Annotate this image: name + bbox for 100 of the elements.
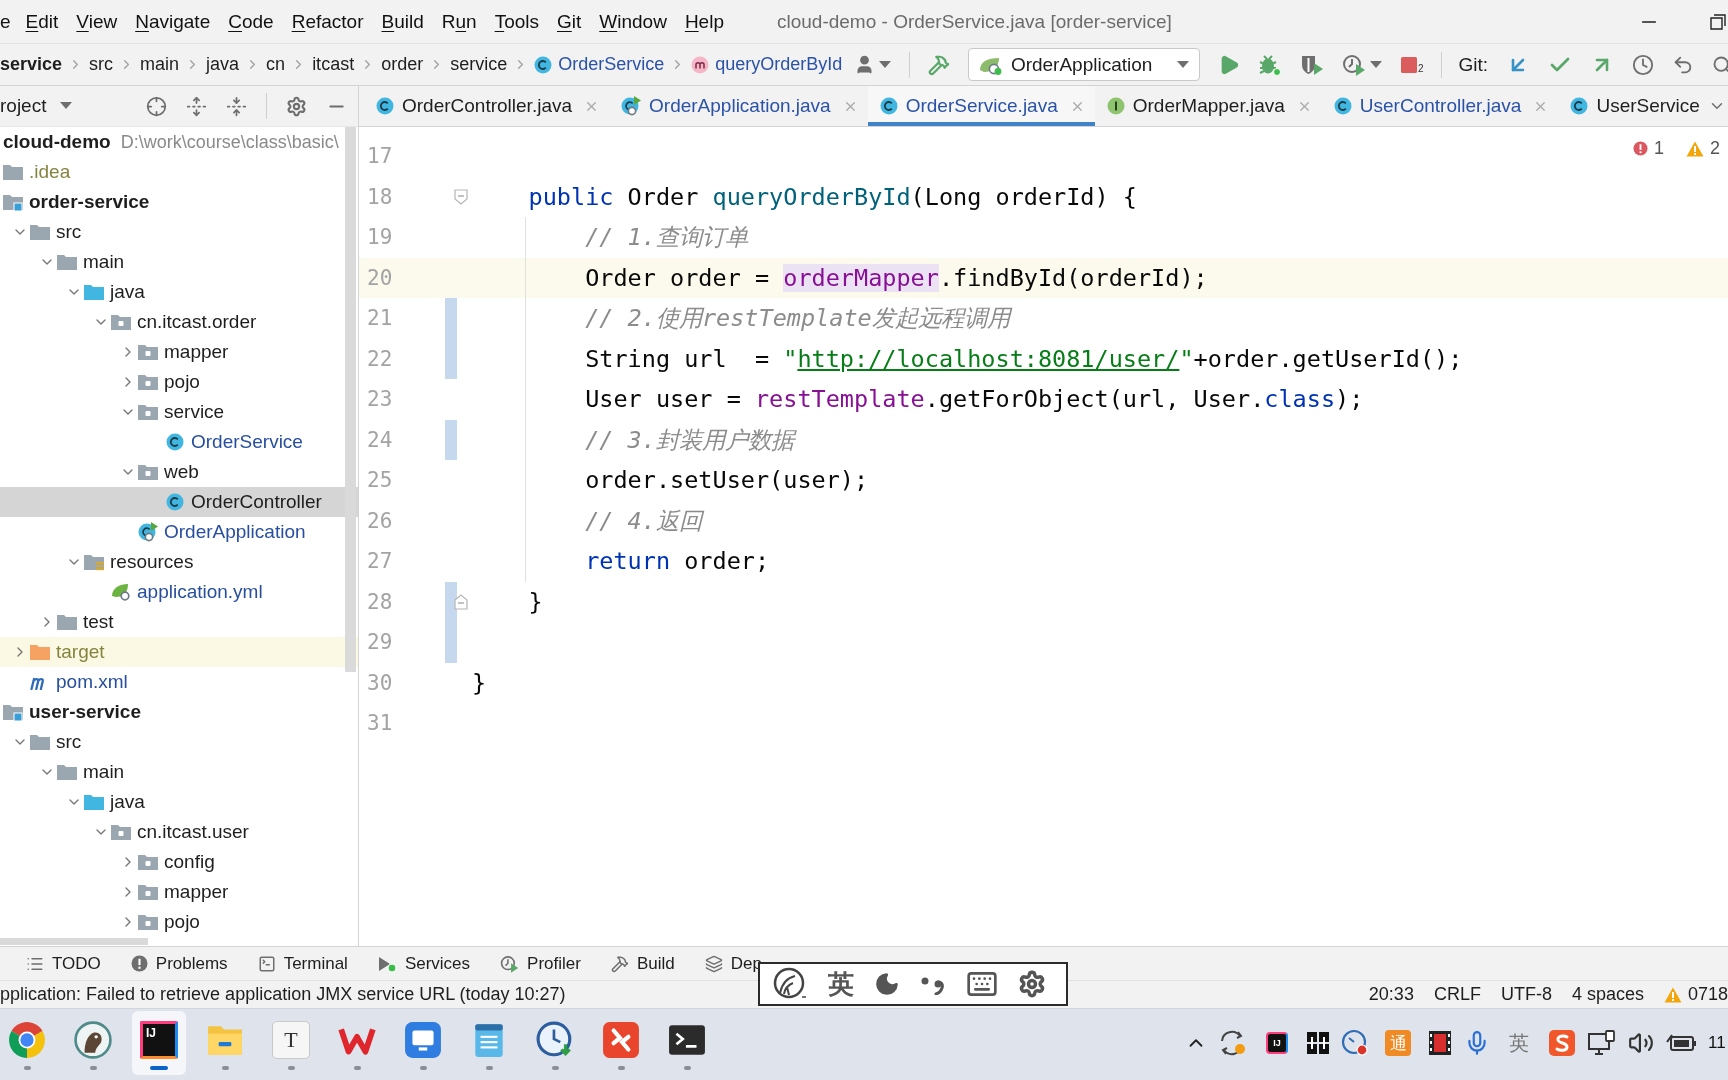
tree-item[interactable]: java bbox=[0, 277, 358, 307]
line-separator[interactable]: CRLF bbox=[1433, 984, 1481, 1005]
tree-item[interactable]: pom.xml bbox=[0, 667, 358, 697]
scrollbar-thumb[interactable] bbox=[345, 127, 356, 672]
menu-item[interactable]: Git bbox=[548, 4, 591, 39]
tree-item[interactable]: user-service bbox=[0, 697, 358, 727]
bug-icon[interactable] bbox=[1257, 53, 1282, 76]
caret-position[interactable]: 20:33 bbox=[1368, 984, 1414, 1005]
fold-marker-icon[interactable] bbox=[454, 188, 468, 205]
breadcrumb-item[interactable]: itcast bbox=[312, 54, 355, 75]
tree-item[interactable]: application.yml bbox=[0, 577, 358, 607]
tree-item[interactable]: cn.itcast.order bbox=[0, 307, 358, 337]
tray-button[interactable]: 英 bbox=[1501, 1029, 1537, 1057]
hammer-icon[interactable] bbox=[927, 53, 950, 76]
clock-text[interactable]: 11 bbox=[1708, 1033, 1728, 1053]
menu-item[interactable]: Code bbox=[219, 4, 283, 39]
tool-window-button[interactable]: TODO bbox=[26, 953, 101, 974]
editor-tab[interactable]: OrderService.java bbox=[867, 86, 1095, 126]
tree-item[interactable]: config bbox=[0, 847, 358, 877]
menu-item[interactable]: Help bbox=[675, 4, 733, 39]
tile-logo-icon[interactable] bbox=[1548, 1029, 1576, 1057]
moon-icon[interactable] bbox=[874, 971, 900, 997]
search-icon[interactable] bbox=[1712, 54, 1728, 75]
notification-text[interactable]: 0718 bbox=[1687, 984, 1728, 1005]
collapse-all-icon[interactable] bbox=[226, 95, 247, 117]
swirl-logo-icon[interactable] bbox=[772, 967, 808, 1001]
profiler-icon[interactable] bbox=[1341, 53, 1366, 76]
tree-item[interactable]: pojo bbox=[0, 367, 358, 397]
tree-item[interactable]: main bbox=[0, 247, 358, 277]
shield-play-icon[interactable] bbox=[1299, 53, 1324, 76]
fold-marker-icon[interactable] bbox=[454, 593, 468, 610]
indent-setting[interactable]: 4 spaces bbox=[1571, 984, 1644, 1005]
tree-item[interactable]: .idea bbox=[0, 157, 358, 187]
breadcrumb-item[interactable]: queryOrderById bbox=[691, 54, 843, 75]
tree-item[interactable]: target bbox=[0, 637, 358, 667]
project-root-name[interactable]: cloud-demo bbox=[3, 131, 111, 153]
tree-item[interactable]: mapper bbox=[0, 877, 358, 907]
tree-item[interactable]: OrderService bbox=[0, 427, 358, 457]
editor-tab[interactable]: UserController.java bbox=[1321, 86, 1559, 126]
tree-item[interactable]: OrderApplication bbox=[0, 517, 358, 547]
error-icon[interactable] bbox=[1632, 141, 1648, 156]
scrollbar-thumb[interactable] bbox=[0, 938, 148, 945]
menu-item[interactable]: View bbox=[67, 4, 127, 39]
restore-icon[interactable] bbox=[1710, 13, 1726, 30]
breadcrumb-item[interactable]: cn bbox=[266, 54, 286, 75]
tool-window-button[interactable]: Profiler bbox=[500, 953, 581, 974]
tool-window-button[interactable]: Problems bbox=[130, 953, 228, 974]
network-icon[interactable] bbox=[1587, 1029, 1617, 1057]
tree-item[interactable]: web bbox=[0, 457, 358, 487]
editor-tab[interactable]: OrderController.java bbox=[364, 86, 610, 126]
tree-item[interactable]: main bbox=[0, 757, 358, 787]
settings-icon[interactable] bbox=[286, 95, 307, 117]
expand-all-icon[interactable] bbox=[186, 95, 207, 117]
caret-icon[interactable] bbox=[1369, 60, 1382, 69]
tool-window-button[interactable]: Build bbox=[610, 953, 675, 974]
menu-item[interactable]: Refactor bbox=[282, 4, 373, 39]
tool-window-button[interactable]: Terminal bbox=[257, 953, 348, 974]
tree-item[interactable]: service bbox=[0, 397, 358, 427]
tree-item[interactable]: test bbox=[0, 607, 358, 637]
taskbar-app-button[interactable]: T bbox=[264, 1011, 318, 1075]
taskbar-app-button[interactable]: IJ bbox=[132, 1011, 186, 1075]
tray-button[interactable]: IJ bbox=[1259, 1029, 1295, 1057]
url-link[interactable]: http://localhost:8081/user/ bbox=[797, 344, 1180, 373]
menu-item[interactable]: Window bbox=[590, 4, 676, 39]
input-mode-toggle[interactable]: 英 bbox=[828, 966, 854, 1002]
editor-tab[interactable]: UserService bbox=[1558, 86, 1706, 126]
tree-item[interactable]: cn.itcast.user bbox=[0, 817, 358, 847]
menu-item[interactable]: Build bbox=[372, 4, 433, 39]
volume-icon[interactable] bbox=[1628, 1030, 1654, 1056]
tree-item[interactable]: mapper bbox=[0, 337, 358, 367]
tree-item[interactable]: java bbox=[0, 787, 358, 817]
editor-tab[interactable]: OrderMapper.java bbox=[1094, 86, 1322, 126]
tree-item[interactable]: src bbox=[0, 217, 358, 247]
menu-item[interactable]: Edit bbox=[16, 4, 68, 39]
project-view-selector[interactable]: roject bbox=[0, 95, 73, 117]
tree-item[interactable]: OrderController bbox=[0, 487, 358, 517]
tree-item[interactable]: pojo bbox=[0, 907, 358, 937]
tool-window-button[interactable]: Services bbox=[377, 953, 471, 974]
menu-item[interactable]: e bbox=[0, 4, 17, 39]
menu-item[interactable]: Tools bbox=[485, 4, 548, 39]
breadcrumb-item[interactable]: OrderService bbox=[534, 54, 665, 75]
sync-icon[interactable] bbox=[1218, 1029, 1248, 1057]
breadcrumb-item[interactable]: service bbox=[0, 54, 63, 75]
breadcrumb-item[interactable]: java bbox=[206, 54, 240, 75]
menu-item[interactable]: Run bbox=[432, 4, 486, 39]
tree-item[interactable]: order-service bbox=[0, 187, 358, 217]
menu-item[interactable]: Navigate bbox=[126, 4, 220, 39]
run-configuration-dropdown[interactable]: OrderApplication bbox=[967, 48, 1200, 81]
stop-button[interactable]: 2 bbox=[1399, 55, 1424, 74]
squares-icon[interactable] bbox=[1306, 1031, 1330, 1055]
breadcrumb-item[interactable]: service bbox=[450, 54, 508, 75]
gauge-icon[interactable] bbox=[1341, 1029, 1369, 1057]
editor-tab[interactable]: OrderApplication.java bbox=[609, 86, 868, 126]
tree-item[interactable]: resources bbox=[0, 547, 358, 577]
caret-icon[interactable] bbox=[878, 60, 891, 69]
crosshair-icon[interactable] bbox=[146, 95, 167, 117]
breadcrumb-item[interactable]: src bbox=[89, 54, 114, 75]
clock-icon[interactable] bbox=[1632, 53, 1654, 76]
breadcrumb-item[interactable]: order bbox=[381, 54, 424, 75]
breadcrumb-item[interactable]: main bbox=[140, 54, 180, 75]
